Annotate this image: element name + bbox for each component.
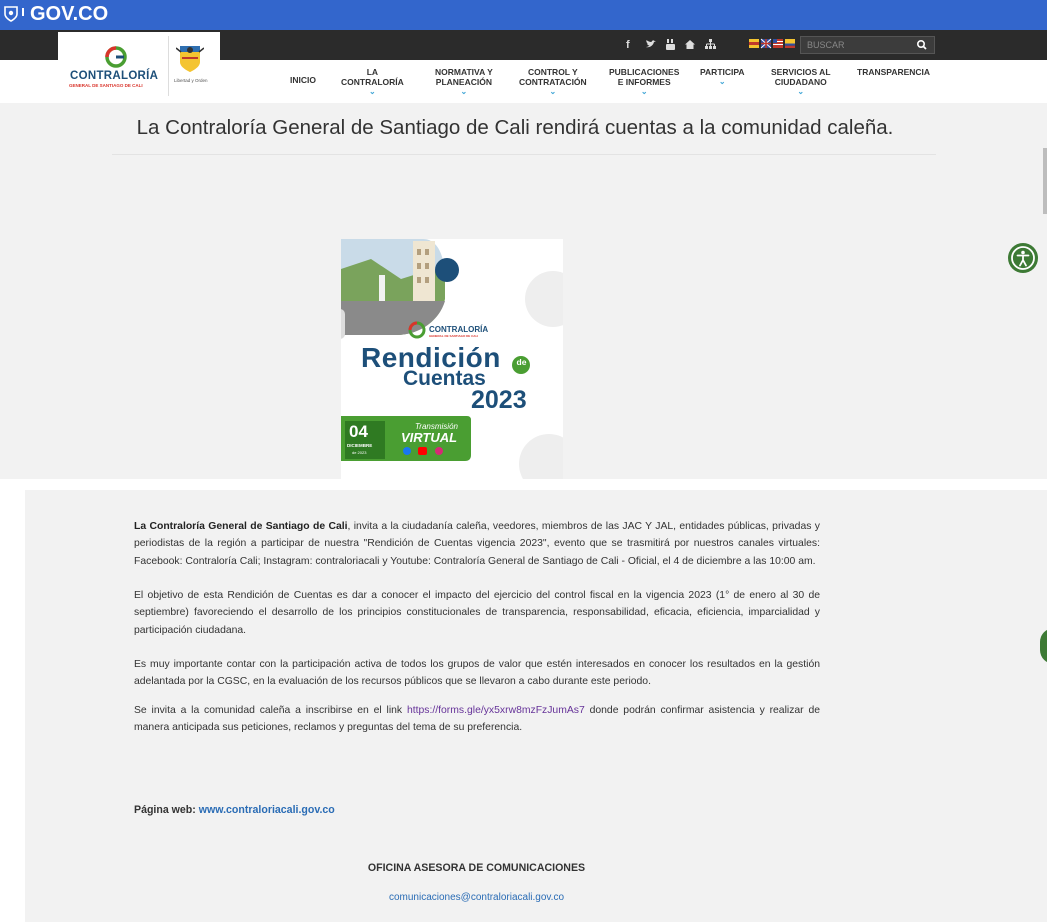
article-paragraph-3: Es muy importante contar con la particip…	[134, 659, 820, 688]
nav-la-contraloria[interactable]: LA CONTRALORÍA ⌄	[341, 67, 404, 96]
language-flags-icon[interactable]	[749, 38, 795, 50]
article-paragraph-1-bold: La Contraloría General de Santiago de Ca…	[134, 521, 348, 532]
nav-la-contraloria-line1: LA	[366, 67, 379, 77]
nav-publicaciones-line2: E INFORMES	[617, 77, 671, 87]
nav-control-line2: CONTRATACIÓN	[519, 77, 587, 87]
nav-inicio[interactable]: INICIO	[290, 75, 316, 85]
chevron-down-icon: ⌄	[460, 87, 468, 96]
nav-normativa-line2: PLANEACIÓN	[435, 77, 492, 87]
article-paragraph-2: El objetivo de esta Rendición de Cuentas…	[134, 590, 820, 636]
title-divider	[112, 154, 936, 155]
youtube-icon[interactable]	[666, 39, 675, 50]
contraloria-subtitle: GENERAL DE SANTIAGO DE CALI	[69, 83, 143, 88]
poster-badge: de	[516, 357, 527, 367]
poster-brand-sub: GENERAL DE SANTIAGO DE CALI	[429, 334, 479, 338]
search-box	[800, 36, 935, 54]
event-poster-image: CONTRALORÍA GENERAL DE SANTIAGO DE CALI …	[341, 239, 563, 479]
govco-link[interactable]: GOV.CO	[30, 3, 108, 26]
nav-servicios-line2: CIUDADANO	[774, 77, 827, 87]
article-paragraph-4: Se invita a la comunidad caleña a inscri…	[134, 702, 820, 737]
contraloria-logo-icon[interactable]	[105, 46, 127, 68]
sitemap-icon[interactable]	[705, 39, 716, 49]
article-paragraph-4-before: Se invita a la comunidad caleña a inscri…	[134, 705, 407, 716]
colombia-shield-icon	[4, 6, 18, 22]
search-input[interactable]	[801, 37, 907, 53]
header-logos: CONTRALORÍA GENERAL DE SANTIAGO DE CALI …	[58, 32, 220, 100]
poster-month: DICIEMBRE	[347, 443, 373, 448]
website-line: Página web: www.contraloriacali.gov.co	[134, 804, 335, 816]
section-gap	[0, 479, 1047, 490]
chevron-down-icon: ⌄	[718, 77, 726, 86]
nav-normativa[interactable]: NORMATIVA Y PLANEACIÓN ⌄	[435, 67, 493, 96]
nav-servicios-line1: SERVICIOS AL	[771, 67, 831, 77]
nav-normativa-line1: NORMATIVA Y	[435, 67, 493, 77]
contact-email-link[interactable]: comunicaciones@contraloriacali.gov.co	[0, 892, 953, 903]
nav-publicaciones-line1: PUBLICACIONES	[609, 67, 680, 77]
nav-participa-label: PARTICIPA	[700, 67, 745, 77]
poster-day: 04	[349, 422, 368, 441]
poster-virtual: VIRTUAL	[401, 430, 458, 445]
nav-control-line1: CONTROL Y	[527, 67, 578, 77]
scrollbar-thumb[interactable]	[1043, 148, 1047, 214]
home-icon[interactable]	[685, 40, 695, 49]
chevron-down-icon: ⌄	[549, 87, 557, 96]
colombia-coat-of-arms-icon	[176, 46, 204, 72]
poster-date-year: de 2023	[352, 450, 367, 455]
poster-brand: CONTRALORÍA	[429, 325, 489, 334]
article-paragraph-1: La Contraloría General de Santiago de Ca…	[134, 518, 820, 570]
nav-transparencia-label: TRANSPARENCIA	[857, 67, 931, 77]
chevron-down-icon: ⌄	[369, 87, 376, 96]
nav-servicios[interactable]: SERVICIOS AL CIUDADANO ⌄	[771, 67, 831, 96]
website-label: Página web:	[134, 804, 196, 816]
nav-inicio-label: INICIO	[290, 75, 316, 85]
registration-form-link[interactable]: https://forms.gle/yx5xrw8mzFzJumAs7	[407, 705, 585, 716]
nav-la-contraloria-line2: CONTRALORÍA	[341, 77, 404, 87]
nav-transparencia[interactable]: TRANSPARENCIA	[857, 67, 930, 77]
website-link[interactable]: www.contraloriacali.gov.co	[199, 804, 335, 816]
twitter-icon[interactable]	[646, 40, 656, 49]
chevron-down-icon: ⌄	[797, 87, 805, 96]
contraloria-wordmark: CONTRALORÍA	[70, 70, 159, 82]
facebook-icon[interactable]: f	[626, 39, 630, 51]
nav-control[interactable]: CONTROL Y CONTRATACIÓN ⌄	[519, 67, 587, 96]
office-heading: OFICINA ASESORA DE COMUNICACIONES	[367, 862, 586, 874]
nav-publicaciones[interactable]: PUBLICACIONES E INFORMES ⌄	[609, 67, 680, 96]
search-icon[interactable]	[909, 37, 935, 53]
logo-divider	[168, 36, 169, 96]
nav-participa[interactable]: PARTICIPA ⌄	[700, 67, 745, 86]
govco-bar: GOV.CO	[0, 0, 1047, 30]
seal-caption: Libertad y Orden	[174, 78, 208, 83]
page-title: La Contraloría General de Santiago de Ca…	[136, 116, 894, 139]
accessibility-button[interactable]	[1008, 243, 1038, 273]
poster-year: 2023	[471, 386, 527, 414]
accessibility-icon	[1011, 246, 1035, 270]
chevron-down-icon: ⌄	[640, 87, 648, 96]
govco-divider	[22, 8, 24, 16]
